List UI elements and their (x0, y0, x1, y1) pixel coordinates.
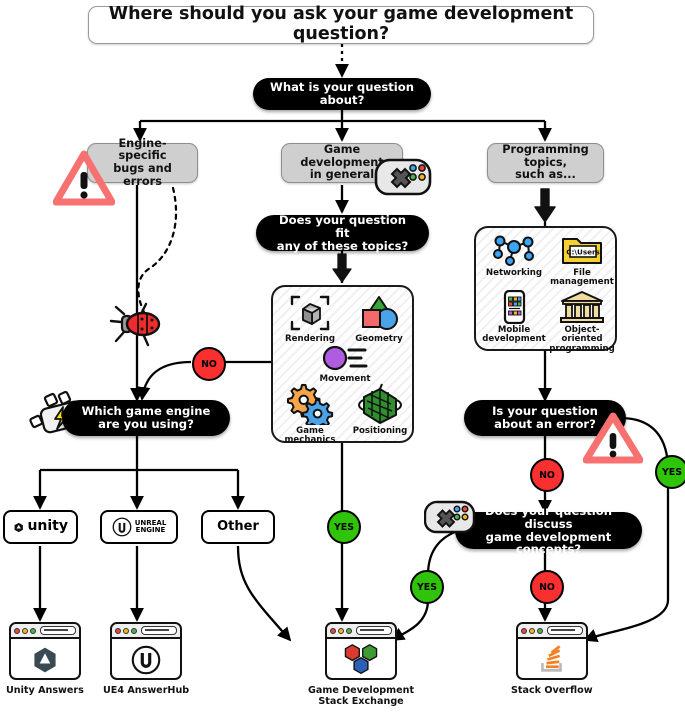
badge-no-is-error: NO (530, 458, 564, 492)
endpoint-label: UE4 AnswerHub (103, 685, 190, 696)
unreal-logo-icon (131, 645, 161, 674)
positioning-grid-sphere-icon (358, 383, 402, 424)
badge-yes-discuss-gamedev: YES (410, 570, 444, 604)
smartphone-icon (503, 290, 526, 324)
browser-titlebar (10, 624, 79, 639)
option-unreal[interactable]: UNREAL ENGINE (100, 510, 178, 544)
endpoint-label: Stack Overflow (511, 685, 593, 696)
movement-motion-icon (322, 345, 368, 371)
thick-arrow-down-icon-2 (331, 253, 353, 283)
bug-icon (108, 300, 170, 352)
window-maximize-dot (131, 627, 138, 634)
option-label: unity (27, 518, 68, 535)
endpoint-label: Game Development Stack Exchange (308, 685, 415, 708)
node-does-question-fit-topics[interactable]: Does your question fit any of these topi… (256, 213, 429, 252)
browser-content (11, 639, 79, 678)
topic-label: Rendering (285, 334, 335, 344)
programming-topics-panel: Networking C:\Users File management Mobi… (474, 226, 617, 354)
endpoint-gamedev-stackexchange[interactable]: Game Development Stack Exchange (308, 622, 414, 707)
topic-label: File management (550, 268, 614, 288)
window-close-dot (330, 627, 337, 634)
option-unity[interactable]: unity (3, 510, 78, 544)
window-minimize-dot (338, 627, 345, 634)
badge-no-discuss-gamedev: NO (530, 570, 564, 604)
stack-overflow-icon (541, 645, 563, 672)
browser-content (112, 639, 180, 678)
browser-url-bar (356, 626, 393, 635)
topic-label: Mobile development (482, 325, 546, 345)
unity-logo-icon (14, 522, 23, 532)
window-maximize-dot (29, 627, 36, 634)
window-maximize-dot (346, 627, 353, 634)
browser-window (110, 622, 183, 680)
endpoint-unity-answers[interactable]: Unity Answers (6, 622, 84, 696)
topic-label: Game mechanics (284, 426, 336, 446)
gamepad-icon-2 (423, 496, 476, 540)
browser-titlebar (327, 624, 396, 639)
topic-geometry: Geometry (347, 293, 411, 344)
unreal-logo-icon (112, 517, 132, 537)
browser-url-bar (39, 626, 76, 635)
topic-movement: Movement (314, 345, 376, 384)
option-other[interactable]: Other (201, 510, 275, 544)
topic-label: Object-oriented programming (549, 325, 615, 354)
geometry-shapes-icon (362, 296, 398, 330)
window-minimize-dot (123, 627, 130, 634)
browser-url-bar (546, 626, 583, 635)
node-discuss-gamedev-concepts[interactable]: Does your question discuss game developm… (455, 504, 642, 556)
browser-titlebar (517, 624, 586, 639)
topic-label: Geometry (355, 334, 403, 344)
browser-url-bar (141, 626, 178, 635)
browser-titlebar (112, 624, 181, 639)
topic-game-mechanics: Game mechanics (279, 383, 341, 446)
option-label: UNREAL ENGINE (134, 519, 167, 534)
topic-positioning: Positioning (349, 383, 411, 436)
topic-networking: Networking (482, 233, 546, 278)
gamedev-topics-panel: Rendering Geometry Movement Game mechani… (271, 285, 414, 446)
badge-yes-topics-fit: YES (327, 510, 361, 544)
node-root-question[interactable]: What is your question about? (253, 78, 431, 110)
warning-triangle-icon (52, 150, 116, 206)
folder-icon: C:\Users (562, 238, 602, 264)
badge-no-topics-fit: NO (192, 347, 226, 381)
browser-window (8, 622, 81, 680)
thick-arrow-down-icon (533, 188, 557, 224)
warning-triangle-icon-2 (582, 412, 644, 464)
gamepad-icon (374, 152, 432, 200)
browser-window (515, 622, 588, 680)
window-maximize-dot (536, 627, 543, 634)
topic-file-management: C:\Users File management (550, 233, 614, 288)
classical-building-icon (560, 291, 604, 323)
network-nodes-icon (493, 235, 534, 266)
window-close-dot (520, 627, 527, 634)
badge-yes-is-error: YES (655, 455, 685, 489)
folder-path-text: C:\Users (566, 248, 600, 257)
browser-content (327, 639, 395, 678)
topic-label: Networking (485, 268, 543, 278)
node-which-game-engine[interactable]: Which game engine are you using? (62, 400, 230, 436)
node-programming-topics[interactable]: Programming topics, such as... (487, 143, 604, 183)
window-close-dot (115, 627, 122, 634)
topic-rendering: Rendering (279, 293, 341, 344)
topic-oop: Object-oriented programming (549, 290, 615, 354)
page-title: Where should you ask your game developme… (88, 5, 594, 44)
window-minimize-dot (21, 627, 28, 634)
browser-content (518, 639, 586, 678)
endpoint-ue4-answerhub[interactable]: UE4 AnswerHub (103, 622, 189, 696)
endpoint-stack-overflow[interactable]: Stack Overflow (511, 622, 593, 696)
endpoint-label: Unity Answers (6, 685, 84, 696)
flowchart-canvas: Where should you ask your game developme… (0, 0, 685, 714)
topic-mobile-development: Mobile development (482, 290, 546, 345)
gamedev-se-hexagons-icon (344, 644, 378, 675)
gears-icon (287, 384, 334, 425)
window-minimize-dot (528, 627, 535, 634)
rendering-cube-icon (290, 295, 330, 331)
browser-window (325, 622, 398, 680)
unity-logo-icon (34, 647, 56, 672)
topic-label: Positioning (352, 426, 408, 436)
window-close-dot (13, 627, 20, 634)
